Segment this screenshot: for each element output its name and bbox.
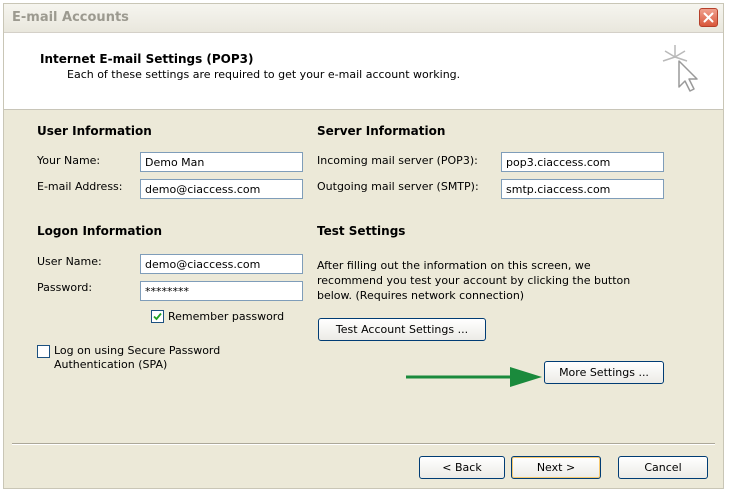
more-settings-button[interactable]: More Settings ... [544, 361, 664, 384]
title-bar: E-mail Accounts [4, 4, 723, 33]
page-title: Internet E-mail Settings (POP3) [40, 52, 254, 66]
incoming-server-label: Incoming mail server (POP3): [317, 154, 478, 167]
server-info-heading: Server Information [317, 124, 446, 138]
spa-label-line2: Authentication (SPA) [54, 358, 168, 371]
your-name-field[interactable] [140, 152, 303, 172]
email-accounts-dialog: E-mail Accounts Internet E-mail Settings… [3, 3, 724, 489]
email-address-label: E-mail Address: [37, 180, 123, 193]
user-name-label: User Name: [37, 255, 102, 268]
close-button[interactable] [699, 8, 718, 27]
back-button[interactable]: < Back [419, 456, 505, 479]
email-address-field[interactable] [140, 179, 303, 199]
footer-divider [12, 443, 715, 445]
test-settings-description: After filling out the information on thi… [317, 259, 631, 302]
checkmark-icon [153, 312, 162, 321]
next-button[interactable]: Next > [511, 456, 601, 479]
incoming-server-field[interactable] [501, 152, 664, 172]
password-field[interactable] [140, 281, 303, 301]
window-title: E-mail Accounts [12, 10, 129, 25]
user-info-heading: User Information [37, 124, 152, 138]
test-settings-heading: Test Settings [317, 224, 406, 238]
page-subtitle: Each of these settings are required to g… [67, 68, 461, 81]
logon-info-heading: Logon Information [37, 224, 163, 238]
spa-checkbox[interactable] [37, 345, 50, 358]
remember-password-checkbox[interactable] [151, 310, 164, 323]
cursor-sparkle-icon [662, 45, 698, 92]
remember-password-label: Remember password [168, 310, 285, 323]
arrow-right-icon [406, 367, 542, 387]
password-label: Password: [37, 281, 93, 294]
header-panel: Internet E-mail Settings (POP3) Each of … [4, 33, 723, 110]
cancel-button[interactable]: Cancel [618, 456, 708, 479]
outgoing-server-label: Outgoing mail server (SMTP): [317, 180, 479, 193]
your-name-label: Your Name: [37, 154, 101, 167]
spa-label-line1: Log on using Secure Password [54, 344, 221, 357]
outgoing-server-field[interactable] [501, 179, 664, 199]
close-icon [703, 12, 714, 23]
user-name-field[interactable] [140, 254, 303, 274]
test-account-settings-button[interactable]: Test Account Settings ... [318, 318, 486, 341]
